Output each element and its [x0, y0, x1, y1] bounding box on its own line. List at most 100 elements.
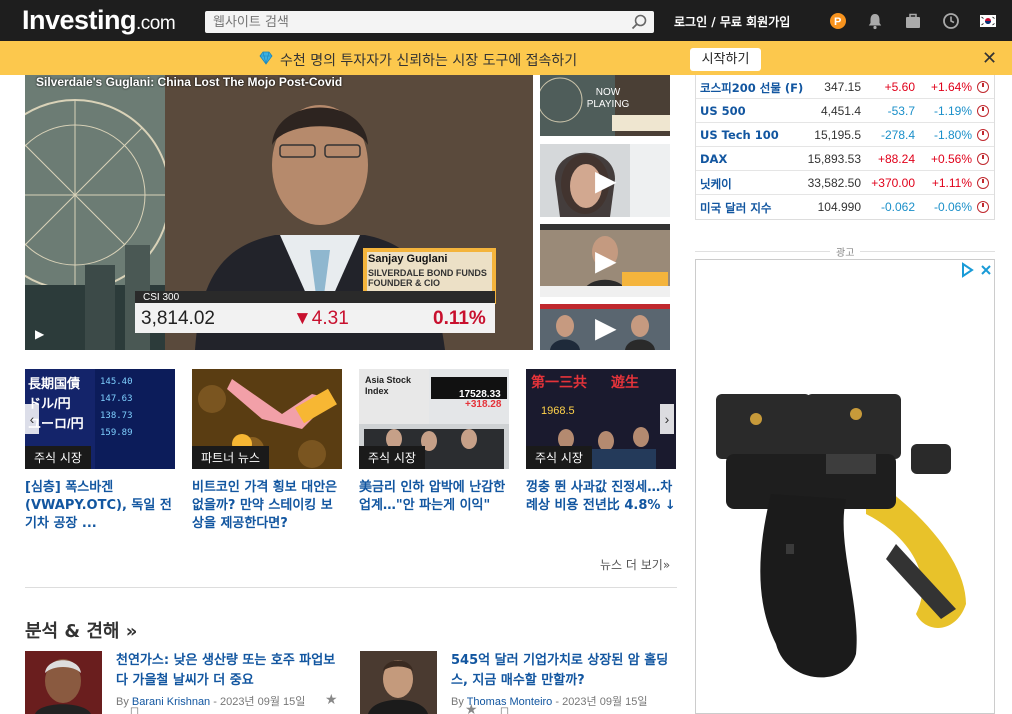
- comment-count[interactable]: ☐ 5: [500, 707, 509, 714]
- clock-icon: [977, 105, 989, 117]
- svg-text:P: P: [834, 16, 841, 28]
- author-photo-image: [360, 651, 437, 714]
- clock-icon: [977, 177, 989, 189]
- analysis-title[interactable]: 545억 달러 기업가치로 상장된 암 홀딩스, 지금 매수할 만할까?: [451, 651, 681, 691]
- now-playing-label: NOW PLAYING: [586, 87, 630, 110]
- news-card[interactable]: 파트너 뉴스 비트코인 가격 횡보 대안은 없을까? 만약 스테이킹 보상을 제…: [192, 369, 342, 533]
- ad-label: 광고: [830, 244, 861, 259]
- login-signup-link[interactable]: 로그인 / 무료 회원가입: [674, 13, 790, 30]
- author-photo: [360, 651, 437, 714]
- logo-domain: .com: [136, 13, 176, 34]
- ticker-percent: 0.11%: [433, 308, 486, 329]
- instrument-name[interactable]: US Tech 100: [700, 128, 779, 142]
- carousel-prev-arrow[interactable]: ‹: [25, 404, 39, 434]
- clock-icon[interactable]: [942, 12, 960, 30]
- news-card[interactable]: 第一三共 遊生 1968.5 주식 시장 껑충 뛴 사과값 진정세…차례상 비용 전…: [526, 369, 676, 515]
- news-tag: 주식 시장: [359, 446, 425, 469]
- news-card[interactable]: Asia Stock Index 17528.33 +318.28 주식 시장 …: [359, 369, 509, 515]
- price-change: +370.00: [871, 176, 915, 190]
- svg-text:遊生: 遊生: [611, 374, 639, 390]
- star-icon[interactable]: ★: [465, 701, 478, 714]
- instrument-name[interactable]: 닛케이: [700, 176, 732, 192]
- playlist-item[interactable]: ▶: [540, 304, 670, 350]
- author-link[interactable]: Thomas Monteiro: [467, 696, 553, 708]
- ticker-value: 3,814.02: [141, 308, 215, 329]
- author-link[interactable]: Barani Krishnan: [132, 696, 210, 708]
- price-change: -0.062: [880, 200, 915, 214]
- market-row[interactable]: US 500 4,451.4 -53.7 -1.19%: [696, 99, 994, 123]
- market-row[interactable]: 코스피200 선물 (F) 347.15 +5.60 +1.64%: [696, 75, 994, 99]
- playlist-item-now-playing[interactable]: NOW PLAYING: [540, 75, 670, 136]
- bell-icon[interactable]: [866, 12, 884, 30]
- svg-text:第一三共: 第一三共: [531, 374, 587, 390]
- analysis-section-title[interactable]: 분석 & 견해 »: [25, 617, 137, 643]
- lower-third-role-2: FOUNDER & CIO: [368, 278, 440, 288]
- search-input[interactable]: [205, 11, 625, 33]
- price-change: +88.24: [877, 152, 915, 166]
- instrument-name[interactable]: 미국 달러 지수: [700, 200, 772, 216]
- market-row[interactable]: 닛케이 33,582.50 +370.00 +1.11%: [696, 171, 994, 195]
- author-photo-image: [25, 651, 102, 714]
- start-button[interactable]: 시작하기: [690, 48, 761, 71]
- advertisement[interactable]: [695, 259, 995, 714]
- author-photo: [25, 651, 102, 714]
- more-news-link[interactable]: 뉴스 더 보기»: [600, 556, 670, 573]
- svg-text:147.63: 147.63: [100, 394, 133, 404]
- percent-change: +1.64%: [930, 80, 972, 94]
- percent-change: -1.80%: [933, 128, 972, 142]
- instrument-name[interactable]: US 500: [700, 104, 746, 118]
- svg-text:159.89: 159.89: [100, 428, 133, 438]
- market-row[interactable]: 미국 달러 지수 104.990 -0.062 -0.06%: [696, 195, 994, 219]
- news-tag: 파트너 뉴스: [192, 446, 270, 469]
- section-divider: [25, 587, 677, 588]
- play-icon[interactable]: ▶: [35, 327, 44, 341]
- instrument-name[interactable]: DAX: [700, 152, 727, 166]
- carousel-next-arrow[interactable]: ›: [660, 404, 674, 434]
- asia-index-num-2: +318.28: [465, 399, 502, 410]
- news-image: 145.40 147.63 138.73 159.89 長期国債 ドル/円 ユーロ/円…: [25, 369, 175, 469]
- news-title[interactable]: 껑충 뛴 사과값 진정세…차례상 비용 전년比 4.8% ↓: [526, 479, 676, 515]
- play-icon[interactable]: ▶: [595, 164, 617, 197]
- top-navigation-bar: Investing.com 로그인 / 무료 회원가입 P: [0, 0, 1012, 41]
- news-tag: 주식 시장: [25, 446, 91, 469]
- news-image: Asia Stock Index 17528.33 +318.28 주식 시장: [359, 369, 509, 469]
- playlist-item[interactable]: ▶: [540, 224, 670, 297]
- slingshot-product-image: [716, 394, 966, 678]
- video-player[interactable]: Silverdale's Guglani: China Lost The Moj…: [25, 75, 533, 350]
- market-quotes-table: 코스피200 선물 (F) 347.15 +5.60 +1.64% US 500 4,45…: [695, 75, 995, 220]
- clock-icon: [977, 129, 989, 141]
- play-icon[interactable]: ▶: [595, 244, 617, 277]
- price-change: +5.60: [884, 80, 915, 94]
- last-price: 15,195.5: [814, 128, 861, 142]
- ticker-name: CSI 300: [143, 292, 180, 303]
- search-icon[interactable]: [630, 13, 648, 31]
- search-box[interactable]: [205, 11, 654, 33]
- ticker-change: ▼4.31: [293, 308, 349, 329]
- analysis-title[interactable]: 천연가스: 낮은 생산량 또는 호주 파업보다 가을철 날씨가 더 중요: [116, 651, 346, 691]
- korea-flag-icon[interactable]: [979, 12, 997, 30]
- price-change: -278.4: [880, 128, 915, 142]
- star-icon[interactable]: ★: [325, 691, 338, 708]
- promo-banner: 수천 명의 투자자가 신뢰하는 시장 도구에 접속하기 시작하기 ✕: [0, 41, 1012, 75]
- news-title[interactable]: 비트코인 가격 횡보 대안은 없을까? 만약 스테이킹 보상을 제공한다면?: [192, 479, 342, 533]
- investing-logo[interactable]: Investing.com: [22, 5, 176, 36]
- instrument-name[interactable]: 코스피200 선물 (F): [700, 80, 803, 96]
- close-icon[interactable]: ✕: [982, 48, 997, 69]
- play-icon[interactable]: ▶: [595, 311, 617, 344]
- svg-text:138.73: 138.73: [100, 411, 133, 421]
- percent-change: +1.11%: [931, 176, 972, 190]
- portfolio-icon[interactable]: [904, 12, 922, 30]
- board-line-1: 長期国債: [28, 376, 81, 391]
- news-card[interactable]: 145.40 147.63 138.73 159.89 長期国債 ドル/円 ユーロ/円…: [25, 369, 175, 533]
- news-title[interactable]: 美금리 인하 압박에 난감한 업계…"안 파는게 이익": [359, 479, 509, 515]
- playlist-item[interactable]: ▶: [540, 144, 670, 217]
- news-title[interactable]: [심층] 폭스바겐 (VWAPY.OTC), 독일 전기차 공장 ...: [25, 479, 175, 533]
- pro-badge-icon[interactable]: P: [829, 12, 847, 30]
- clock-icon: [977, 201, 989, 213]
- market-row[interactable]: DAX 15,893.53 +88.24 +0.56%: [696, 147, 994, 171]
- last-price: 4,451.4: [820, 104, 861, 118]
- lower-third-name: Sanjay Guglani: [368, 253, 448, 265]
- comment-count[interactable]: ☐ 2: [130, 707, 139, 714]
- market-row[interactable]: US Tech 100 15,195.5 -278.4 -1.80%: [696, 123, 994, 147]
- asia-index-head: Asia Stock Index: [365, 375, 412, 396]
